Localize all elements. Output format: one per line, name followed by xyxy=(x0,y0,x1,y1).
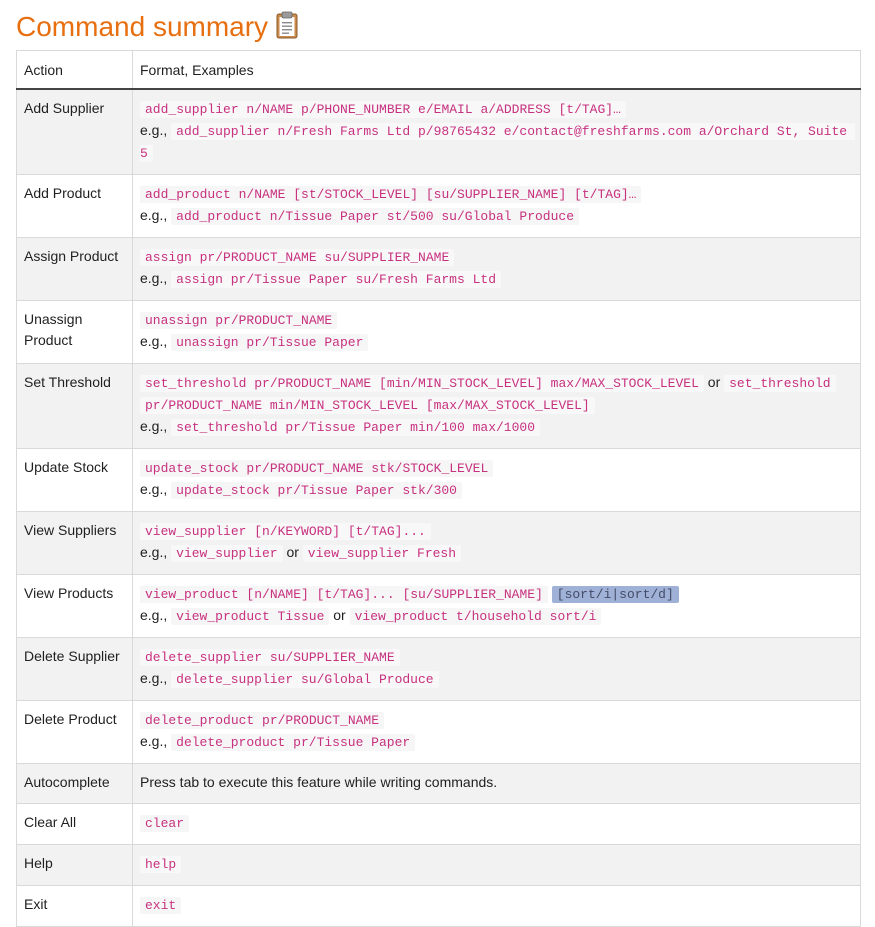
action-cell: View Products xyxy=(16,574,133,638)
example-code: view_supplier xyxy=(171,545,283,562)
format-code-alt-rest: pr/PRODUCT_NAME min/MIN_STOCK_LEVEL [max… xyxy=(140,397,595,414)
example-code: set_threshold pr/Tissue Paper min/100 ma… xyxy=(171,419,540,436)
command-summary-table: Action Format, Examples Add Supplier add… xyxy=(16,50,861,927)
format-cell: unassign pr/PRODUCT_NAME e.g., unassign … xyxy=(132,300,861,364)
format-cell: add_supplier n/NAME p/PHONE_NUMBER e/EMA… xyxy=(132,88,861,175)
format-cell: help xyxy=(132,844,861,886)
format-cell: delete_supplier su/SUPPLIER_NAME e.g., d… xyxy=(132,637,861,701)
example-code: update_stock pr/Tissue Paper stk/300 xyxy=(171,482,462,499)
example-code: add_product n/Tissue Paper st/500 su/Glo… xyxy=(171,208,580,225)
action-cell: Assign Product xyxy=(16,237,133,301)
description-cell: Press tab to execute this feature while … xyxy=(132,763,861,804)
or-label: or xyxy=(707,374,721,390)
table-row: Autocomplete Press tab to execute this f… xyxy=(16,763,861,804)
clipboard-icon xyxy=(276,11,298,39)
action-cell: Autocomplete xyxy=(16,763,133,804)
page-title: Command summary xyxy=(16,0,861,50)
format-cell: add_product n/NAME [st/STOCK_LEVEL] [su/… xyxy=(132,174,861,238)
format-cell: assign pr/PRODUCT_NAME su/SUPPLIER_NAME … xyxy=(132,237,861,301)
table-row: Set Threshold set_threshold pr/PRODUCT_N… xyxy=(16,363,861,449)
table-row: Delete Supplier delete_supplier su/SUPPL… xyxy=(16,637,861,701)
table-row: Clear All clear xyxy=(16,803,861,845)
action-cell: Add Supplier xyxy=(16,88,133,175)
format-code: delete_supplier su/SUPPLIER_NAME xyxy=(140,649,400,666)
table-row: Help help xyxy=(16,844,861,886)
table-row: Unassign Product unassign pr/PRODUCT_NAM… xyxy=(16,300,861,364)
eg-label: e.g., xyxy=(140,207,168,223)
table-row: View Products view_product [n/NAME] [t/T… xyxy=(16,574,861,638)
example-code-alt: view_supplier Fresh xyxy=(302,545,462,562)
table-row: Add Product add_product n/NAME [st/STOCK… xyxy=(16,174,861,238)
example-code: add_supplier n/Fresh Farms Ltd p/9876543… xyxy=(140,123,855,162)
format-code: add_supplier n/NAME p/PHONE_NUMBER e/EMA… xyxy=(140,101,626,118)
format-code-alt-start: set_threshold xyxy=(724,375,836,392)
example-code-alt: view_product t/household sort/i xyxy=(349,608,602,625)
page-title-text: Command summary xyxy=(16,10,269,42)
header-action: Action xyxy=(16,50,133,90)
example-code: delete_product pr/Tissue Paper xyxy=(171,734,416,751)
table-row: Assign Product assign pr/PRODUCT_NAME su… xyxy=(16,237,861,301)
format-cell: clear xyxy=(132,803,861,845)
table-row: View Suppliers view_supplier [n/KEYWORD]… xyxy=(16,511,861,575)
format-cell: delete_product pr/PRODUCT_NAME e.g., del… xyxy=(132,700,861,764)
format-code: set_threshold pr/PRODUCT_NAME [min/MIN_S… xyxy=(140,375,704,392)
example-code: delete_supplier su/Global Produce xyxy=(171,671,439,688)
action-cell: View Suppliers xyxy=(16,511,133,575)
format-code: help xyxy=(140,856,182,873)
format-code: exit xyxy=(140,897,182,914)
table-row: Exit exit xyxy=(16,885,861,927)
action-cell: Help xyxy=(16,844,133,886)
format-code: assign pr/PRODUCT_NAME su/SUPPLIER_NAME xyxy=(140,249,455,266)
format-cell: view_supplier [n/KEYWORD] [t/TAG]... e.g… xyxy=(132,511,861,575)
format-code: update_stock pr/PRODUCT_NAME stk/STOCK_L… xyxy=(140,460,494,477)
eg-label: e.g., xyxy=(140,544,168,560)
action-cell: Clear All xyxy=(16,803,133,845)
eg-label: e.g., xyxy=(140,733,168,749)
format-code: add_product n/NAME [st/STOCK_LEVEL] [su/… xyxy=(140,186,642,203)
table-row: Delete Product delete_product pr/PRODUCT… xyxy=(16,700,861,764)
header-format-examples: Format, Examples xyxy=(132,50,861,90)
format-cell: exit xyxy=(132,885,861,927)
eg-label: e.g., xyxy=(140,670,168,686)
eg-label: e.g., xyxy=(140,481,168,497)
eg-label: e.g., xyxy=(140,607,168,623)
eg-label: e.g., xyxy=(140,270,168,286)
action-cell: Add Product xyxy=(16,174,133,238)
action-cell: Update Stock xyxy=(16,448,133,512)
table-row: Update Stock update_stock pr/PRODUCT_NAM… xyxy=(16,448,861,512)
table-row: Add Supplier add_supplier n/NAME p/PHONE… xyxy=(16,88,861,175)
or-label: or xyxy=(333,607,346,623)
or-label: or xyxy=(286,544,299,560)
eg-label: e.g., xyxy=(140,122,168,138)
format-code: view_supplier [n/KEYWORD] [t/TAG]... xyxy=(140,523,431,540)
format-cell: update_stock pr/PRODUCT_NAME stk/STOCK_L… xyxy=(132,448,861,512)
example-code: assign pr/Tissue Paper su/Fresh Farms Lt… xyxy=(171,271,501,288)
format-cell: view_product [n/NAME] [t/TAG]... [su/SUP… xyxy=(132,574,861,638)
example-code: view_product Tissue xyxy=(171,608,330,625)
action-cell: Exit xyxy=(16,885,133,927)
action-cell: Set Threshold xyxy=(16,363,133,449)
format-code: delete_product pr/PRODUCT_NAME xyxy=(140,712,385,729)
format-code-highlighted[interactable]: [sort/i|sort/d] xyxy=(551,586,679,603)
format-code: view_product [n/NAME] [t/TAG]... [su/SUP… xyxy=(140,586,548,603)
action-cell: Delete Supplier xyxy=(16,637,133,701)
eg-label: e.g., xyxy=(140,418,168,434)
action-cell: Delete Product xyxy=(16,700,133,764)
eg-label: e.g., xyxy=(140,333,168,349)
format-code: unassign pr/PRODUCT_NAME xyxy=(140,312,338,329)
page: Command summary Action Format, Examples xyxy=(0,0,875,927)
action-cell: Unassign Product xyxy=(16,300,133,364)
format-cell: set_threshold pr/PRODUCT_NAME [min/MIN_S… xyxy=(132,363,861,449)
table-header-row: Action Format, Examples xyxy=(16,50,861,90)
example-code: unassign pr/Tissue Paper xyxy=(171,334,369,351)
format-code: clear xyxy=(140,815,190,832)
